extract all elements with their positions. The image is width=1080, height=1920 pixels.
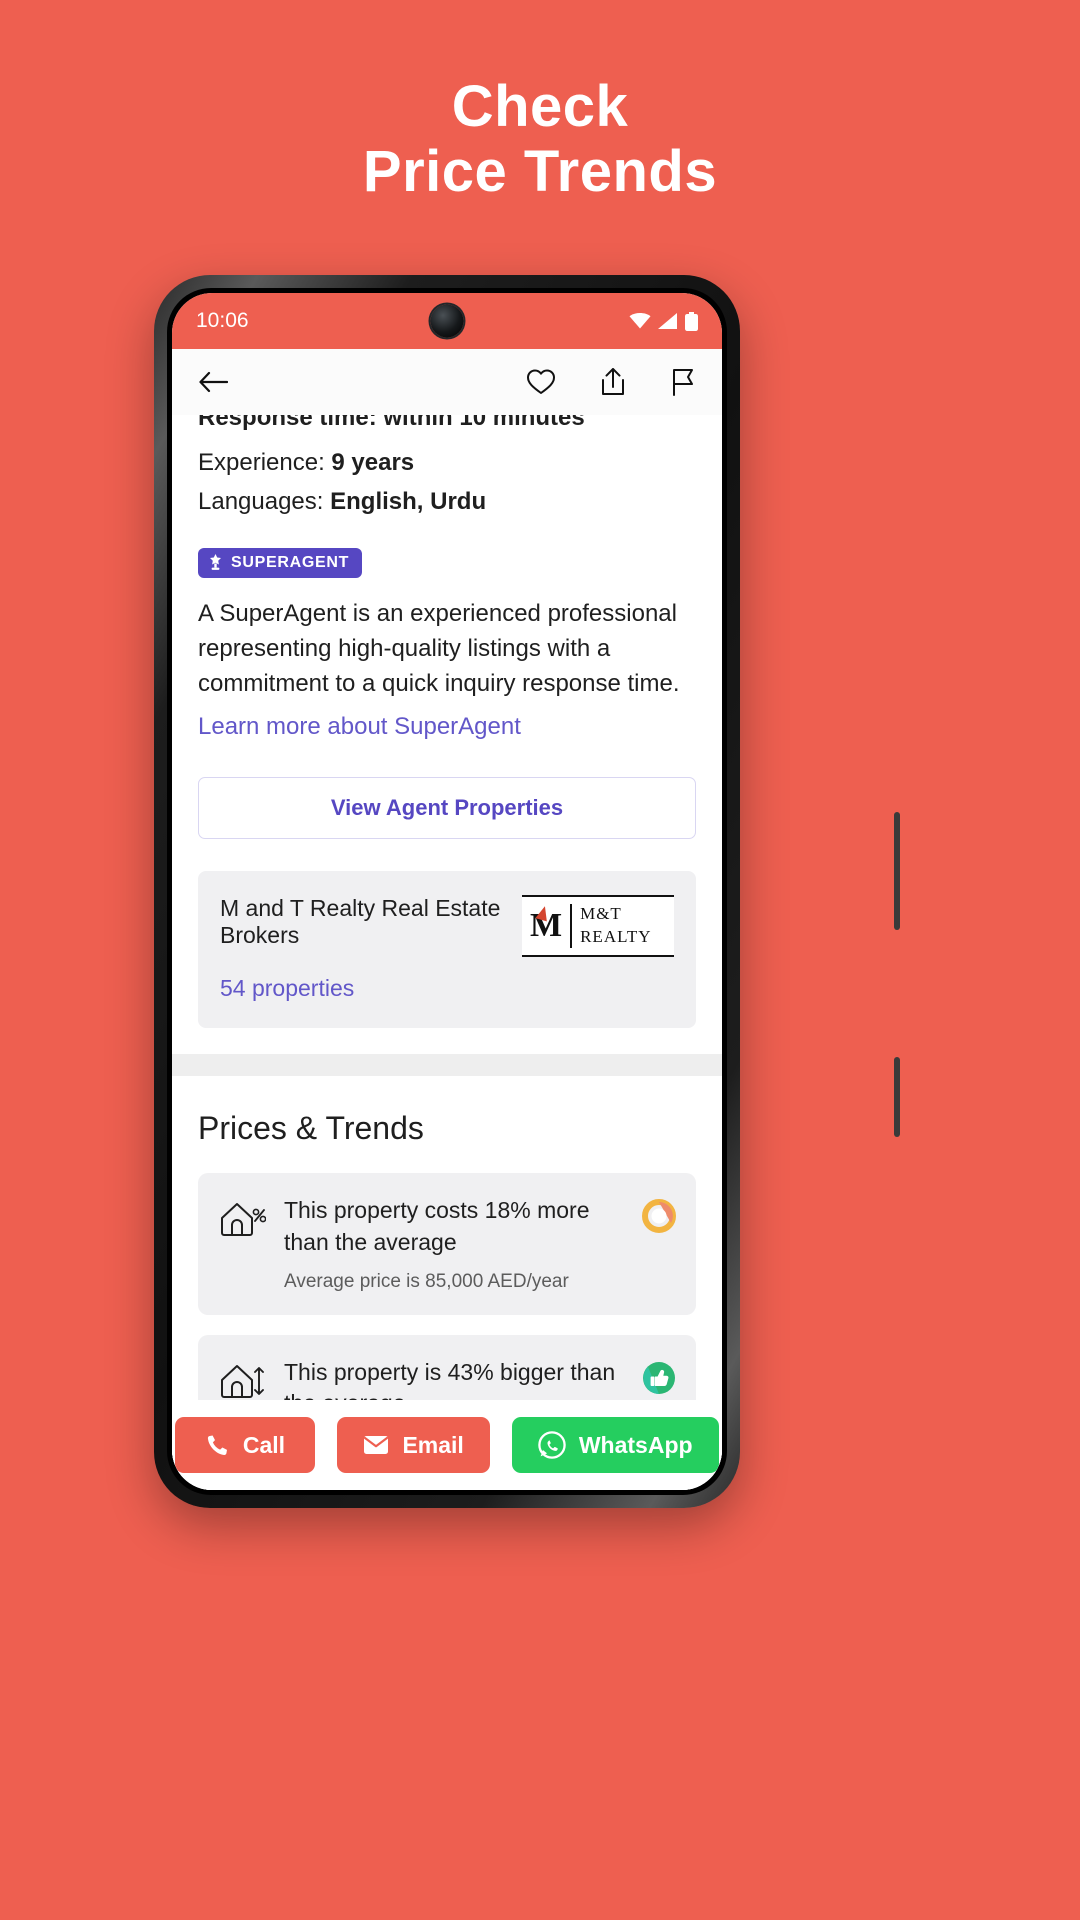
promo-headline-line1: Check (451, 74, 629, 139)
house-percent-icon (218, 1195, 266, 1239)
section-divider-1 (172, 1054, 722, 1077)
pie-chart-icon (642, 1195, 676, 1234)
power-button[interactable] (894, 1057, 900, 1137)
agent-languages: Languages: English, Urdu (198, 483, 696, 522)
agent-languages-value: English, Urdu (330, 487, 487, 515)
phone-bezel: 10:06 Response time: within 10 minutes E… (167, 288, 727, 1495)
signal-icon (658, 313, 678, 329)
agency-logo: M M&T REALTY (522, 895, 674, 958)
camera-punch-hole (430, 304, 464, 338)
promo-headline-line2: Price Trends (362, 138, 718, 204)
agency-logo-text: M&T REALTY (580, 903, 652, 949)
agent-languages-label: Languages: (198, 487, 331, 515)
whatsapp-icon (538, 1431, 566, 1459)
agency-card[interactable]: M and T Realty Real Estate Brokers 54 pr… (198, 871, 696, 1029)
flame-icon (535, 905, 551, 922)
share-icon[interactable] (600, 367, 626, 397)
promo-headline: Check Price Trends (0, 74, 1080, 205)
status-clock: 10:06 (196, 309, 249, 332)
app-header (172, 349, 722, 415)
bottom-action-bar: Call Email WhatsApp (172, 1400, 722, 1490)
agency-logo-line1: M&T (580, 904, 622, 924)
phone-mockup: 10:06 Response time: within 10 minutes E… (154, 275, 900, 1508)
agent-response-time-text: Response time: within 10 minutes (198, 415, 585, 431)
trend-card-price-content: This property costs 18% more than the av… (284, 1195, 624, 1293)
house-height-icon (218, 1357, 266, 1401)
call-button-label: Call (242, 1431, 286, 1458)
agent-experience-label: Experience: (198, 448, 332, 476)
agent-experience-value: 9 years (331, 448, 415, 476)
agent-info-section: Response time: within 10 minutes Experie… (172, 415, 722, 1055)
volume-button[interactable] (894, 812, 900, 930)
wifi-icon (629, 313, 651, 329)
superagent-badge: SUPERAGENT (198, 547, 363, 578)
phone-icon (206, 1433, 230, 1457)
agency-logo-initials: M (530, 905, 562, 943)
agency-name: M and T Realty Real Estate Brokers (220, 895, 501, 949)
battery-icon (685, 311, 698, 331)
thumbs-up-icon (642, 1357, 676, 1395)
whatsapp-button[interactable]: WhatsApp (511, 1417, 719, 1473)
phone-screen: 10:06 Response time: within 10 minutes E… (172, 293, 722, 1490)
email-button-label: Email (402, 1431, 464, 1458)
view-agent-properties-button[interactable]: View Agent Properties (198, 777, 696, 840)
agent-experience: Experience: 9 years (198, 444, 696, 483)
back-arrow-icon[interactable] (198, 370, 228, 394)
envelope-icon (363, 1434, 389, 1456)
superagent-description: A SuperAgent is an experienced professio… (198, 599, 680, 698)
agency-properties-link[interactable]: 54 properties (220, 975, 522, 1002)
status-icons (629, 311, 698, 331)
trend-card-price-sub: Average price is 85,000 AED/year (284, 1270, 569, 1292)
agency-logo-line2: REALTY (580, 927, 652, 947)
superagent-badge-label: SUPERAGENT (231, 553, 350, 571)
email-button[interactable]: Email (337, 1417, 490, 1473)
learn-more-link[interactable]: Learn more about SuperAgent (198, 713, 696, 741)
heart-icon[interactable] (526, 368, 556, 396)
trend-card-price: This property costs 18% more than the av… (198, 1173, 696, 1315)
prices-trends-title: Prices & Trends (198, 1110, 424, 1147)
agency-logo-divider (570, 904, 573, 949)
scroll-content[interactable]: Response time: within 10 minutes Experie… (172, 415, 722, 1490)
agent-response-time: Response time: within 10 minutes (198, 415, 696, 444)
whatsapp-button-label: WhatsApp (578, 1431, 693, 1458)
trophy-icon (208, 554, 223, 571)
trend-card-price-headline: This property costs 18% more than the av… (284, 1197, 590, 1255)
agency-spacer (198, 1028, 696, 1054)
call-button[interactable]: Call (175, 1417, 316, 1473)
status-bar: 10:06 (172, 293, 722, 349)
flag-icon[interactable] (670, 367, 696, 397)
agency-details: M and T Realty Real Estate Brokers 54 pr… (220, 895, 522, 1002)
